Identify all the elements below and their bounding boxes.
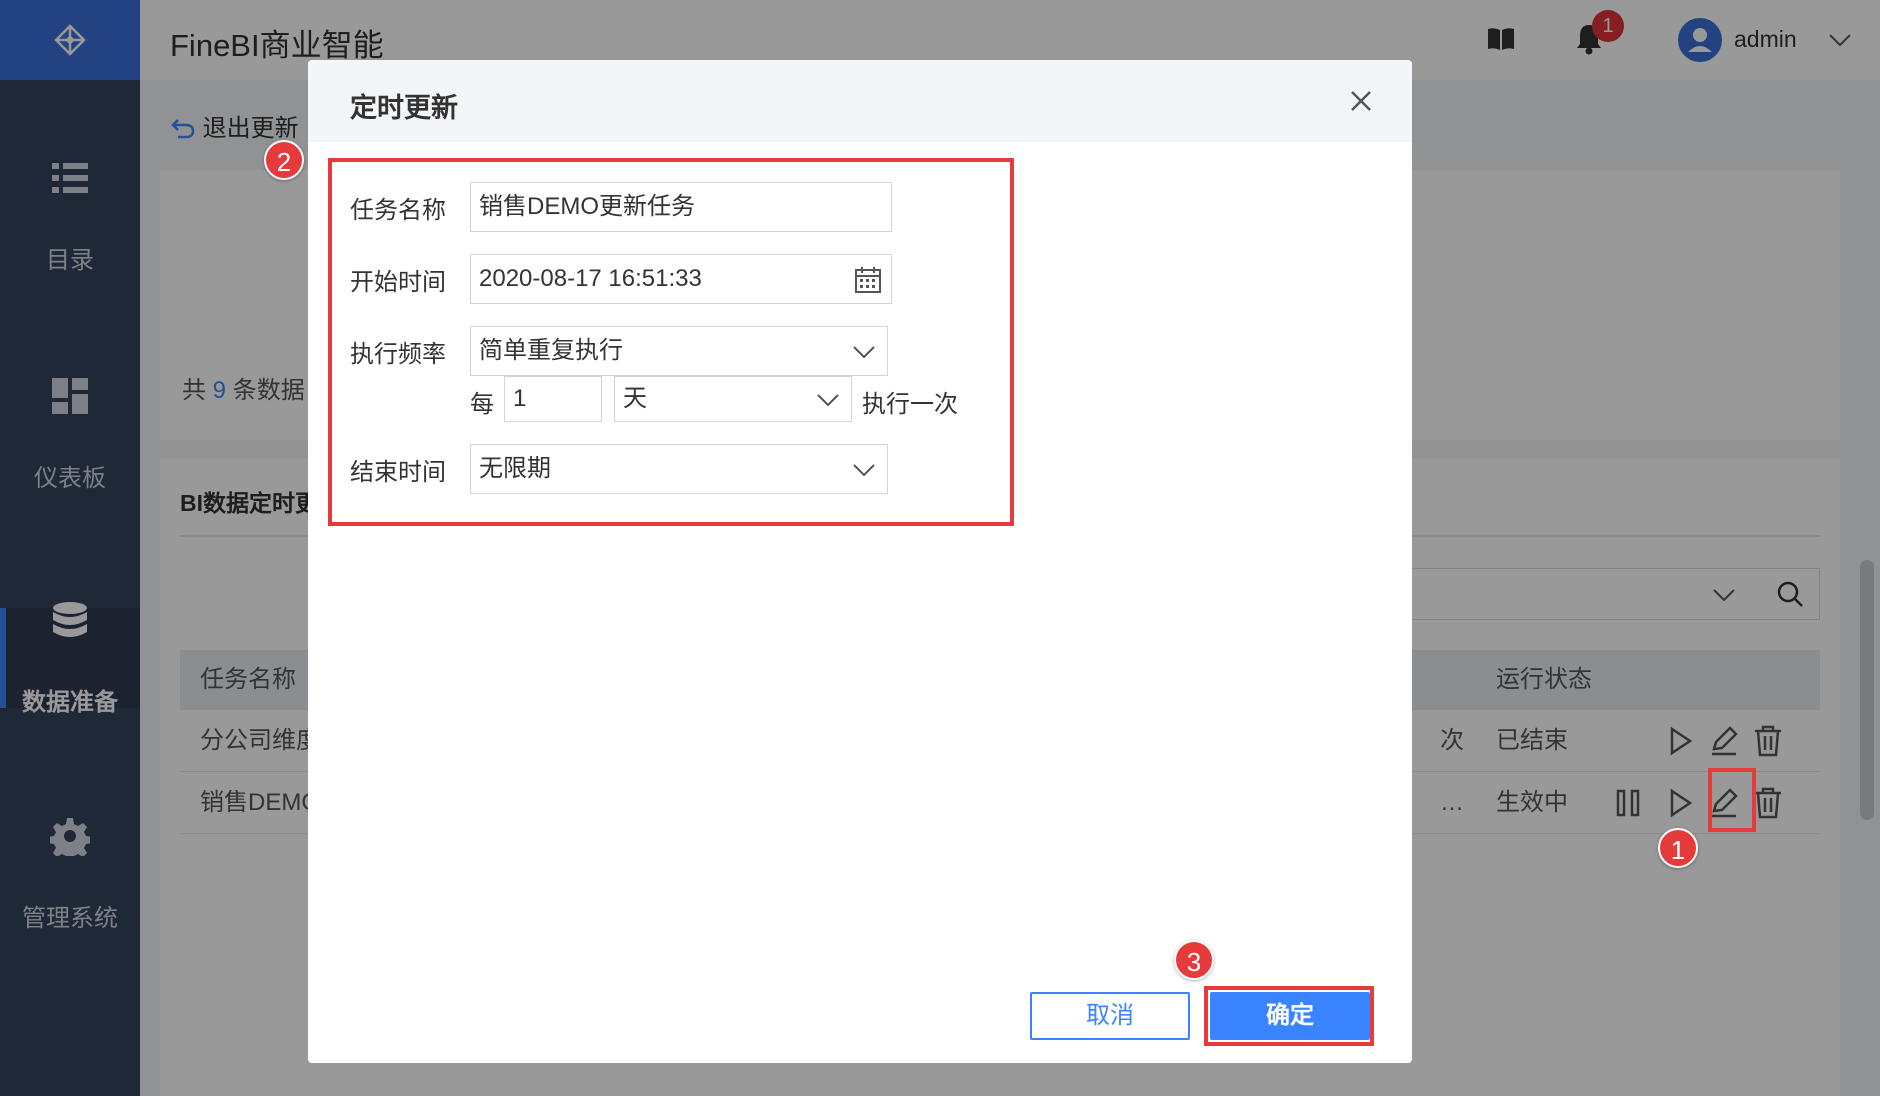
step-marker-2: 2 (264, 140, 304, 180)
cancel-button[interactable]: 取消 (1030, 992, 1190, 1040)
close-icon[interactable] (1344, 84, 1378, 118)
confirm-highlight-box (1204, 986, 1374, 1046)
step-marker-1: 1 (1658, 828, 1698, 868)
dialog-header: 定时更新 (308, 60, 1412, 142)
edit-highlight-box (1708, 768, 1756, 832)
dialog-title: 定时更新 (350, 93, 458, 123)
form-highlight-box (328, 158, 1014, 526)
step-marker-3: 3 (1174, 940, 1214, 980)
